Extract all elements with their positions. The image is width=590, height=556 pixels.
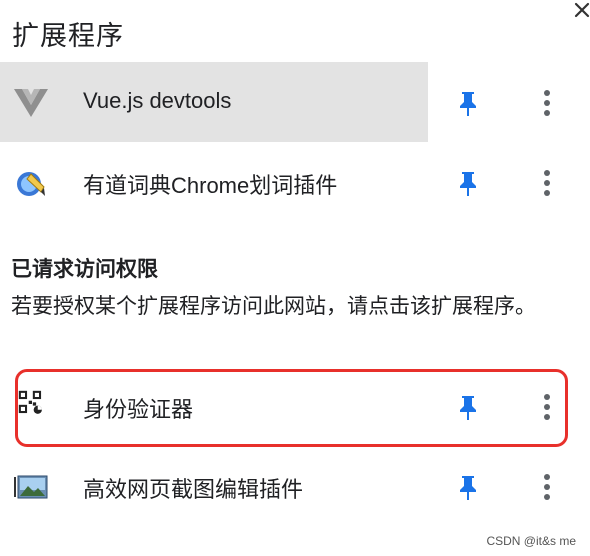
extension-item-screenshot-editor[interactable]: 高效网页截图编辑插件 <box>0 446 590 526</box>
vue-logo-icon <box>14 89 48 117</box>
extension-name: Vue.js devtools <box>83 88 232 113</box>
pin-icon[interactable] <box>458 170 478 196</box>
close-icon[interactable] <box>570 0 590 20</box>
access-section-title: 已请求访问权限 <box>11 258 158 281</box>
extension-item-youdao[interactable]: 有道词典Chrome划词插件 <box>0 142 590 222</box>
youdao-dict-icon <box>17 172 45 196</box>
panel-title: 扩展程序 <box>12 21 124 51</box>
extension-name: 有道词典Chrome划词插件 <box>83 173 338 198</box>
more-options-icon[interactable] <box>537 473 557 501</box>
watermark: CSDN @it&s me <box>486 534 576 548</box>
extension-name: 高效网页截图编辑插件 <box>83 477 304 502</box>
access-section-description: 若要授权某个扩展程序访问此网站，请点击该扩展程序。 <box>11 295 536 318</box>
pin-icon[interactable] <box>458 474 478 500</box>
more-options-icon[interactable] <box>537 89 557 117</box>
more-options-icon[interactable] <box>537 169 557 197</box>
pin-icon[interactable] <box>458 90 478 116</box>
screenshot-image-icon <box>14 475 48 499</box>
annotation-highlight-box <box>15 369 568 447</box>
extension-item-vue-devtools[interactable]: Vue.js devtools <box>0 62 590 142</box>
